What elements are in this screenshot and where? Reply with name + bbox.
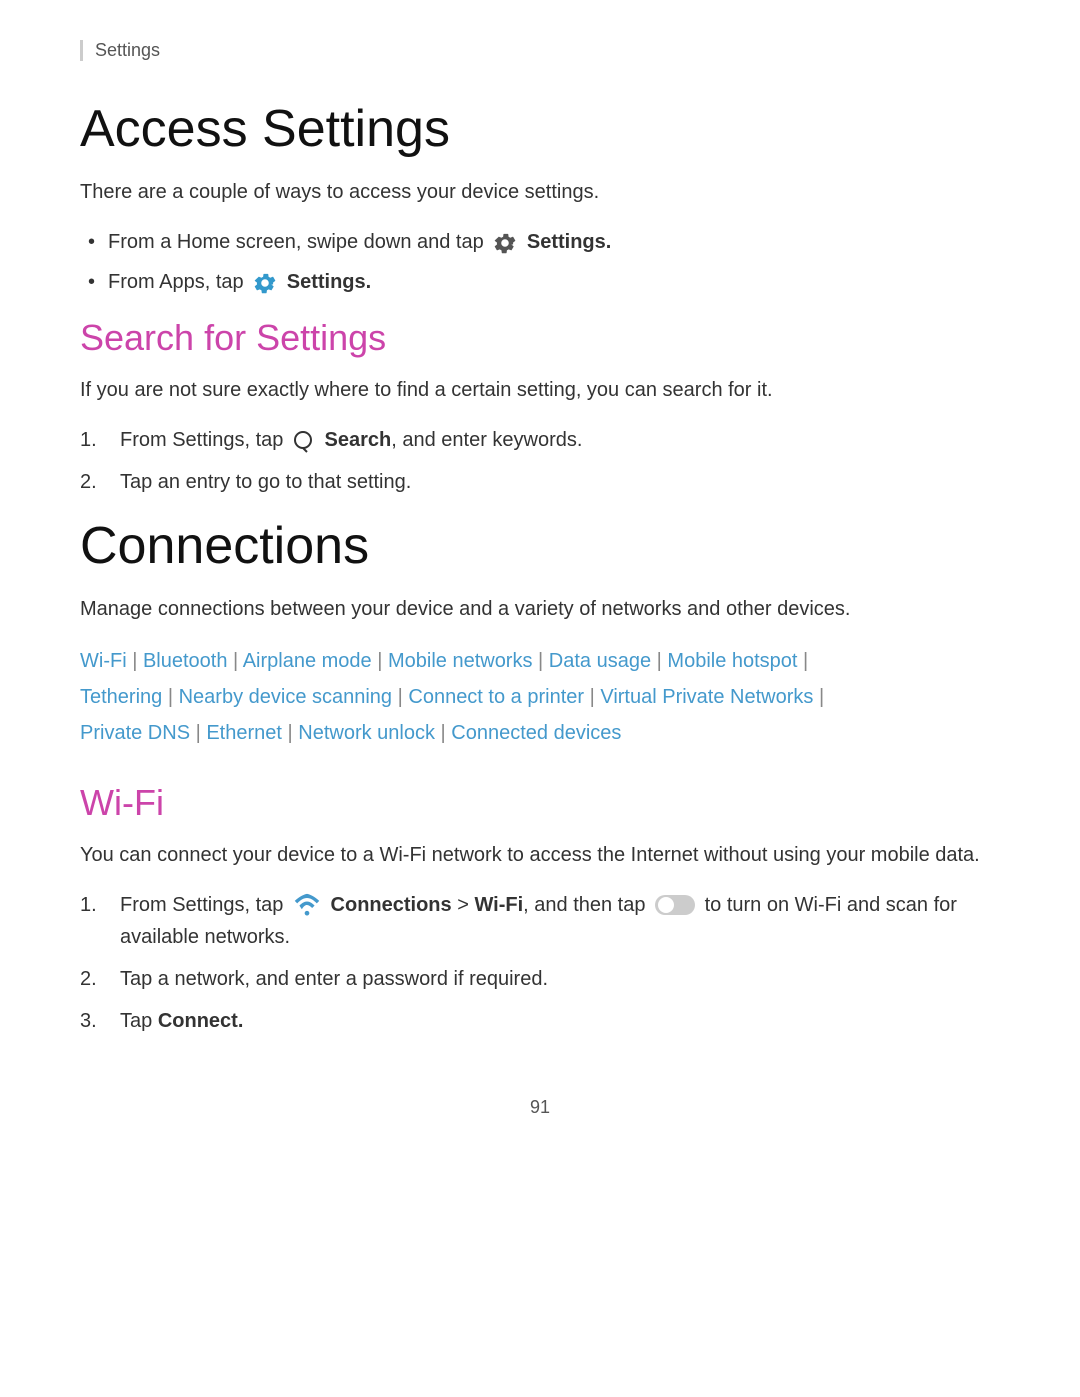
link-private-dns[interactable]: Private DNS [80, 722, 190, 744]
list-item: 3. Tap Connect. [80, 1005, 1000, 1037]
connections-intro: Manage connections between your device a… [80, 593, 1000, 625]
list-item: 2. Tap a network, and enter a password i… [80, 963, 1000, 995]
link-data-usage[interactable]: Data usage [549, 650, 651, 672]
step-text: From Settings, tap Search, and enter key… [120, 429, 582, 451]
search-settings-intro: If you are not sure exactly where to fin… [80, 374, 1000, 406]
list-item: From Apps, tap Settings. [80, 266, 1000, 298]
link-connect-printer[interactable]: Connect to a printer [408, 686, 584, 708]
access-settings-title: Access Settings [80, 101, 1000, 158]
toggle-icon [655, 894, 695, 916]
wifi-step2-text: Tap a network, and enter a password if r… [120, 968, 548, 990]
link-tethering[interactable]: Tethering [80, 686, 162, 708]
bullet-text: From Apps, tap Settings. [108, 271, 371, 293]
access-settings-intro: There are a couple of ways to access you… [80, 176, 1000, 208]
connections-bold: Connections [331, 894, 452, 916]
breadcrumb: Settings [80, 40, 1000, 61]
settings-bold2: Settings. [287, 271, 371, 293]
wifi-intro: You can connect your device to a Wi-Fi n… [80, 839, 1000, 871]
link-airplane-mode[interactable]: Airplane mode [243, 650, 372, 672]
search-settings-steps: 1. From Settings, tap Search, and enter … [80, 424, 1000, 498]
search-icon [292, 429, 316, 453]
link-mobile-networks[interactable]: Mobile networks [388, 650, 533, 672]
wifi-step1-text: From Settings, tap Connections > Wi-Fi, … [120, 894, 957, 948]
wifi-bold: Wi-Fi [474, 894, 523, 916]
bullet-text: From a Home screen, swipe down and tap S… [108, 231, 611, 253]
breadcrumb-text: Settings [95, 40, 160, 60]
list-item: 1. From Settings, tap Connections > Wi-F… [80, 889, 1000, 953]
search-settings-title: Search for Settings [80, 318, 1000, 358]
step-text: Tap an entry to go to that setting. [120, 471, 411, 493]
access-settings-bullets: From a Home screen, swipe down and tap S… [80, 226, 1000, 298]
settings-bold: Settings. [527, 231, 611, 253]
page-number: 91 [80, 1097, 1000, 1118]
list-item: From a Home screen, swipe down and tap S… [80, 226, 1000, 258]
list-item: 1. From Settings, tap Search, and enter … [80, 424, 1000, 456]
wifi-title: Wi-Fi [80, 783, 1000, 823]
wifi-icon [293, 891, 321, 919]
connections-links: Wi-Fi | Bluetooth | Airplane mode | Mobi… [80, 643, 1000, 751]
page-container: Settings Access Settings There are a cou… [0, 0, 1080, 1178]
link-vpn[interactable]: Virtual Private Networks [600, 686, 813, 708]
wifi-steps: 1. From Settings, tap Connections > Wi-F… [80, 889, 1000, 1037]
connections-title: Connections [80, 518, 1000, 575]
link-bluetooth[interactable]: Bluetooth [143, 650, 228, 672]
search-bold: Search [325, 429, 392, 451]
list-item: 2. Tap an entry to go to that setting. [80, 466, 1000, 498]
link-mobile-hotspot[interactable]: Mobile hotspot [667, 650, 797, 672]
wifi-step3-text: Tap Connect. [120, 1010, 243, 1032]
link-network-unlock[interactable]: Network unlock [298, 722, 435, 744]
link-wifi[interactable]: Wi-Fi [80, 650, 127, 672]
gear-blue-icon [252, 270, 278, 296]
gear-dark-icon [492, 230, 518, 256]
link-nearby-device[interactable]: Nearby device scanning [179, 686, 392, 708]
link-connected-devices[interactable]: Connected devices [451, 722, 621, 744]
link-ethernet[interactable]: Ethernet [206, 722, 282, 744]
